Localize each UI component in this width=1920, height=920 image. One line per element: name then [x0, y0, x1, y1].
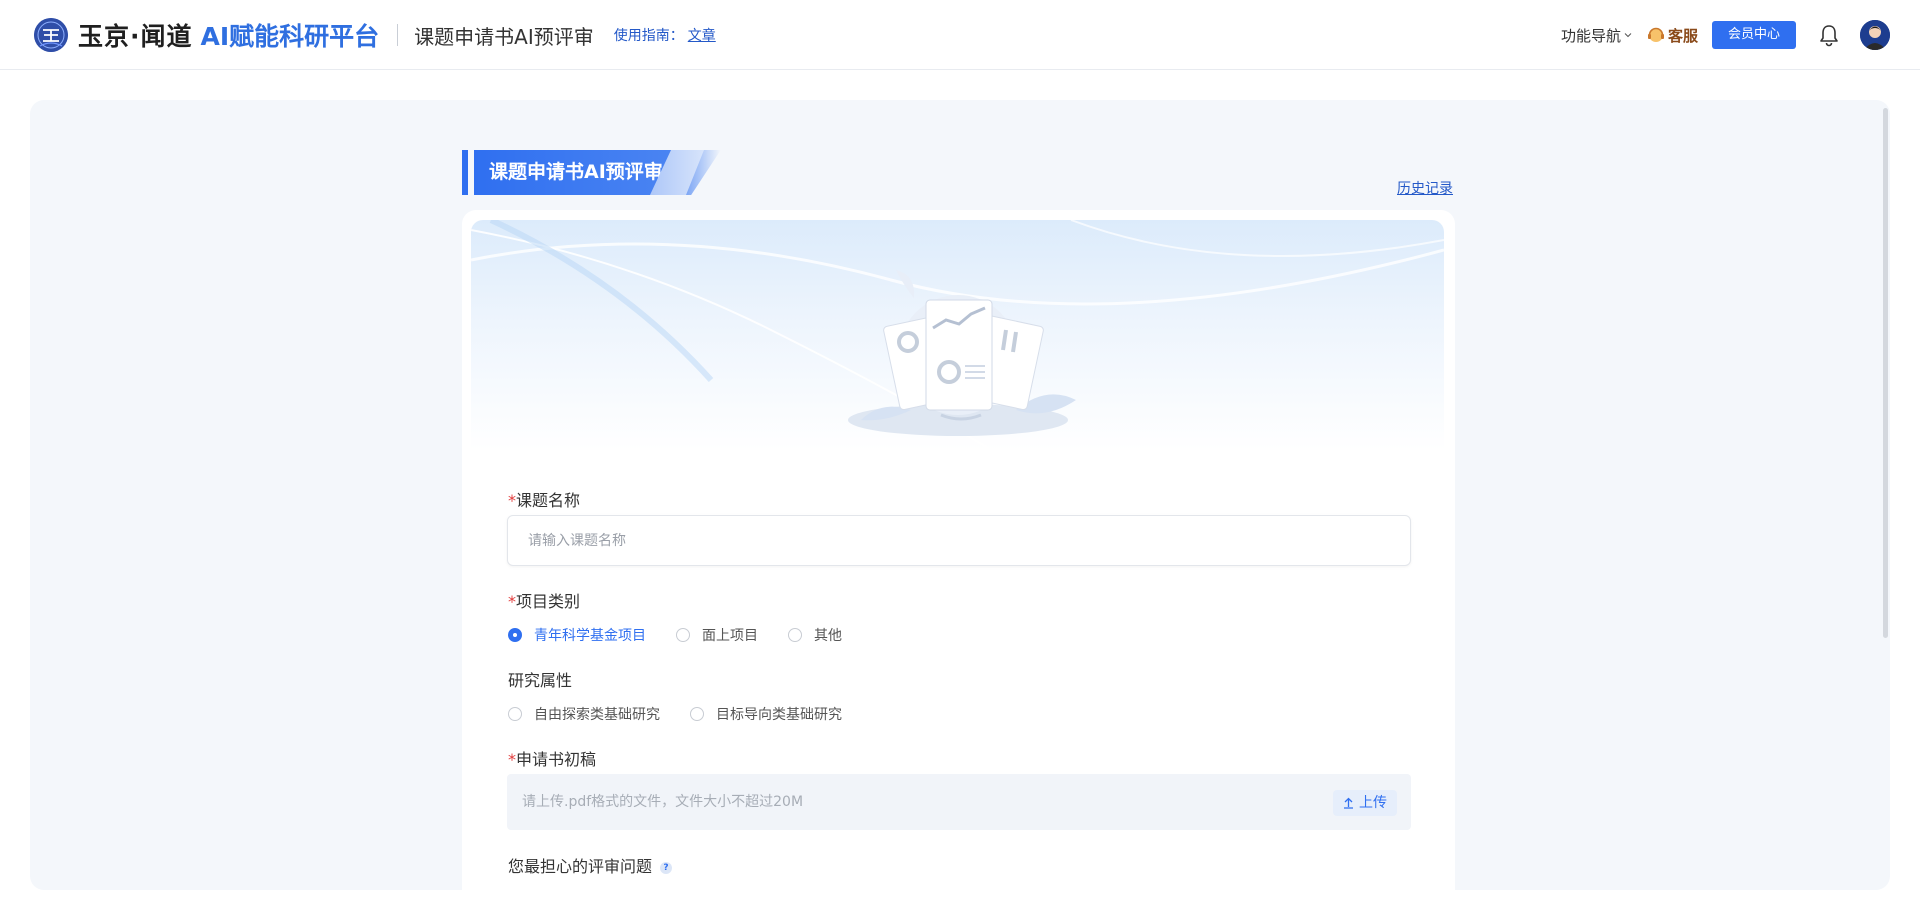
history-link[interactable]: 历史记录 [1397, 178, 1453, 198]
header-divider [397, 24, 399, 46]
radio-free-exploration[interactable]: 自由探索类基础研究 [508, 704, 660, 724]
upload-hint: 请上传.pdf格式的文件，文件大小不超过20M [522, 794, 804, 810]
topic-name-label: *课题名称 [508, 487, 580, 511]
project-category-radio-group: 青年科学基金项目 面上项目 其他 [508, 625, 872, 645]
upload-icon [1344, 797, 1353, 809]
chevron-down-icon [1624, 33, 1632, 38]
radio-youth-science-fund[interactable]: 青年科学基金项目 [508, 625, 646, 645]
brand-logo-icon [34, 18, 68, 52]
radio-goal-oriented[interactable]: 目标导向类基础研究 [690, 704, 842, 724]
main-panel: 课题申请书AI预评审 历史记录 *课题名称 请输入课题名称 *项目类别 青年科学… [30, 100, 1890, 890]
radio-label: 目标导向类基础研究 [716, 707, 842, 723]
headset-icon [1647, 27, 1664, 42]
radio-label: 青年科学基金项目 [534, 628, 646, 644]
member-center-button[interactable]: 会员中心 [1711, 21, 1796, 49]
topic-name-label-text: 课题名称 [516, 491, 581, 510]
documents-illustration-icon [471, 220, 1444, 450]
upload-button-label: 上传 [1359, 795, 1387, 811]
title-accent-bar [462, 150, 468, 195]
user-avatar[interactable] [1860, 20, 1890, 50]
page-title-tag: 课题申请书AI预评审 [462, 150, 721, 195]
function-nav-dropdown[interactable]: 功能导航 [1561, 25, 1632, 46]
function-nav-label: 功能导航 [1560, 26, 1621, 45]
radio-unchecked-icon [690, 707, 704, 721]
radio-label: 自由探索类基础研究 [534, 707, 660, 723]
radio-checked-icon [508, 628, 522, 642]
hero-banner [471, 220, 1444, 450]
avatar-icon [1860, 20, 1890, 50]
draft-label: *申请书初稿 [508, 746, 596, 770]
page-name: 课题申请书AI预评审 [414, 24, 594, 49]
project-category-label-text: 项目类别 [516, 592, 581, 611]
brand-tagline: AI赋能科研平台 [200, 22, 380, 51]
top-header: 玉京·闻道 AI赋能科研平台 课题申请书AI预评审 使用指南： 文章 功能导航 … [0, 0, 1920, 70]
research-attribute-label-text: 研究属性 [508, 671, 573, 690]
required-mark: * [508, 750, 516, 769]
radio-unchecked-icon [788, 628, 802, 642]
guide-label: 使用指南： [613, 28, 684, 44]
radio-other[interactable]: 其他 [788, 625, 842, 645]
required-mark: * [508, 491, 516, 510]
draft-upload-area[interactable]: 请上传.pdf格式的文件，文件大小不超过20M 上传 [507, 774, 1411, 830]
form-card: *课题名称 *项目类别 青年科学基金项目 面上项目 其他 研究属性 [462, 210, 1455, 890]
concern-label: 您最担心的评审问题? [508, 853, 673, 877]
radio-label: 其他 [814, 628, 842, 644]
radio-label: 面上项目 [702, 628, 758, 644]
scrollbar[interactable] [1883, 108, 1888, 638]
brand-logo[interactable]: 玉京·闻道 AI赋能科研平台 课题申请书AI预评审 使用指南： 文章 [34, 18, 716, 52]
required-mark: * [508, 592, 516, 611]
customer-service-label: 客服 [1667, 26, 1698, 45]
research-attribute-radio-group: 自由探索类基础研究 目标导向类基础研究 [508, 704, 872, 724]
help-icon[interactable]: ? [660, 862, 673, 874]
brand-name: 玉京·闻道 [78, 22, 193, 51]
upload-button[interactable]: 上传 [1333, 790, 1397, 816]
guide-article-link[interactable]: 文章 [688, 25, 716, 45]
research-attribute-label: 研究属性 [508, 667, 572, 691]
concern-label-text: 您最担心的评审问题 [508, 857, 653, 876]
header-actions: 功能导航 客服 会员中心 [1561, 18, 1890, 52]
radio-unchecked-icon [676, 628, 690, 642]
topic-name-input[interactable] [507, 515, 1411, 566]
draft-label-text: 申请书初稿 [516, 750, 597, 769]
bell-icon[interactable] [1818, 23, 1840, 47]
project-category-label: *项目类别 [508, 588, 580, 612]
radio-unchecked-icon [508, 707, 522, 721]
customer-service-button[interactable]: 客服 [1646, 25, 1698, 46]
radio-general-project[interactable]: 面上项目 [676, 625, 758, 645]
